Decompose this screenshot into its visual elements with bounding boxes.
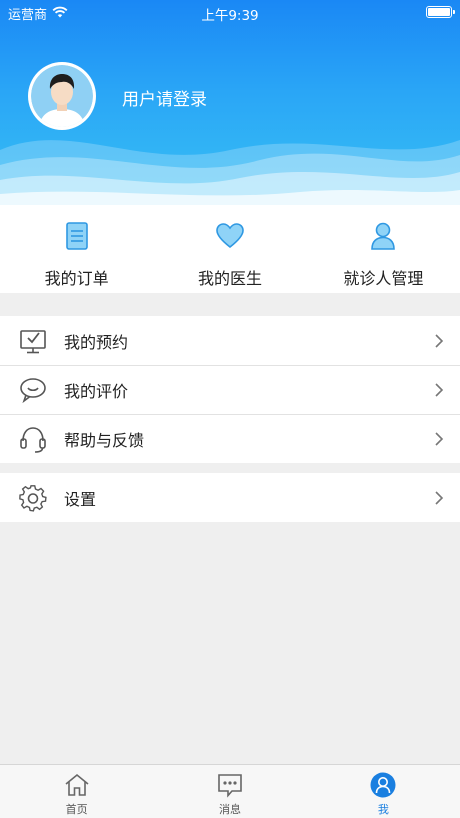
menu-item-reviews[interactable]: 我的评价	[0, 365, 460, 414]
quick-action-patients[interactable]: 就诊人管理	[307, 205, 460, 293]
home-icon	[65, 773, 89, 796]
message-icon	[218, 774, 242, 798]
menu-item-label: 我的评价	[64, 381, 129, 401]
tab-bar: 首页 消息 我	[0, 764, 460, 818]
quick-action-label: 就诊人管理	[343, 269, 424, 288]
menu-group-main: 我的预约 我的评价 帮助与反馈	[0, 316, 460, 463]
quick-action-label: 我的订单	[44, 269, 109, 288]
chat-bubble-icon	[20, 377, 46, 403]
clock: 上午9:39	[201, 8, 259, 24]
chevron-right-icon	[435, 333, 444, 348]
tab-home[interactable]: 首页	[0, 765, 153, 818]
quick-action-orders[interactable]: 我的订单	[0, 205, 153, 293]
tab-me[interactable]: 我	[307, 765, 460, 818]
menu-item-label: 我的预约	[64, 332, 129, 352]
quick-action-doctors[interactable]: 我的医生	[153, 205, 306, 293]
quick-action-label: 我的医生	[197, 269, 262, 288]
status-bar: 运营商 上午9:39	[0, 0, 460, 24]
tab-label: 消息	[218, 803, 241, 816]
tab-label: 我	[377, 803, 389, 816]
chevron-right-icon	[435, 382, 444, 397]
menu-item-label: 设置	[64, 489, 97, 509]
tab-messages[interactable]: 消息	[153, 765, 306, 818]
default-avatar-icon	[31, 65, 93, 127]
tab-label: 首页	[65, 803, 88, 816]
profile-header: 运营商 上午9:39 用户请登录	[0, 0, 460, 205]
chevron-right-icon	[435, 490, 444, 505]
login-prompt[interactable]: 用户请登录	[122, 85, 207, 110]
person-icon	[371, 222, 396, 250]
avatar[interactable]	[28, 62, 96, 130]
order-list-icon	[65, 222, 88, 250]
menu-item-settings[interactable]: 设置	[0, 473, 460, 522]
battery-icon	[426, 6, 455, 18]
chevron-right-icon	[435, 431, 444, 446]
user-icon	[370, 772, 396, 798]
headset-icon	[20, 426, 46, 453]
menu-item-label: 帮助与反馈	[64, 430, 145, 450]
menu-item-help[interactable]: 帮助与反馈	[0, 414, 460, 463]
monitor-check-icon	[20, 329, 46, 353]
quick-actions: 我的订单 我的医生 就诊人管理	[0, 205, 460, 293]
menu-group-settings: 设置	[0, 473, 460, 522]
heart-icon	[216, 223, 244, 249]
menu-item-appointments[interactable]: 我的预约	[0, 316, 460, 365]
gear-icon	[19, 484, 47, 512]
